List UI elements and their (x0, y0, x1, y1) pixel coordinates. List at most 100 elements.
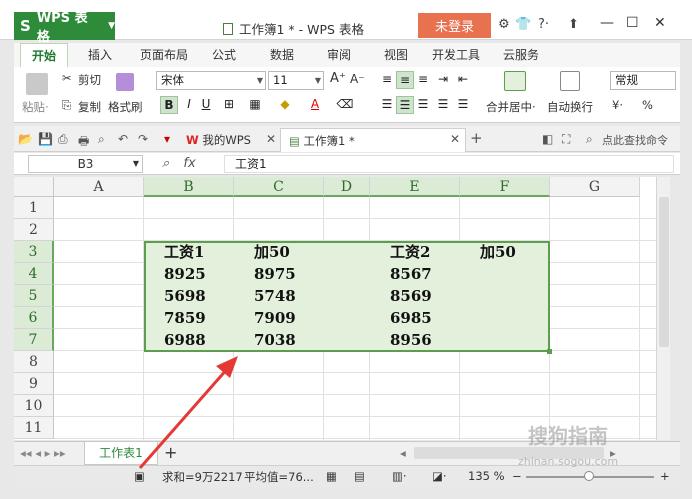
tab-cloud[interactable]: 云服务 (496, 43, 546, 67)
tab-data[interactable]: 数据 (262, 43, 302, 67)
align-top-icon[interactable]: ≡ (378, 71, 396, 89)
distribute-icon[interactable]: ☰ (454, 96, 472, 114)
spreadsheet-grid[interactable]: ABCDEFG 1 2 3 4 5 6 7 8 9 10 11 工资1 加50 工资2 加50 8925 89… (14, 177, 656, 440)
tab-review[interactable]: 审阅 (319, 43, 359, 67)
currency-icon[interactable]: ¥· (612, 98, 623, 112)
cell-F3[interactable]: 加50 (480, 241, 516, 263)
fill-handle[interactable] (547, 349, 552, 354)
row-header-9[interactable]: 9 (14, 373, 54, 395)
clear-format-icon[interactable]: ⌫ (336, 96, 354, 114)
cell-C6[interactable]: 7909 (254, 307, 296, 329)
row-header-5[interactable]: 5 (14, 285, 54, 307)
tab-home[interactable]: 开始 (20, 43, 68, 67)
cut-button[interactable]: 剪切 (78, 72, 101, 88)
paste-icon[interactable] (26, 73, 48, 95)
normal-view-icon[interactable]: ▦ (326, 469, 337, 483)
minimize-button[interactable]: — (600, 15, 614, 31)
cell-B4[interactable]: 8925 (164, 263, 206, 285)
zoom-slider-knob[interactable] (584, 471, 594, 481)
copy-button[interactable]: 复制 (78, 99, 101, 115)
search-command-input[interactable]: 点此查找命令 (602, 132, 668, 148)
name-box[interactable]: B3 ▼ (28, 155, 143, 173)
new-tab-icon[interactable]: + (470, 129, 483, 147)
page-layout-icon[interactable]: ▤ (354, 469, 365, 483)
row-header-7[interactable]: 7 (14, 329, 54, 351)
search-icon[interactable]: ⌕ (586, 132, 593, 147)
open-folder-icon[interactable]: 📂 (18, 132, 33, 146)
cell-C5[interactable]: 5748 (254, 285, 296, 307)
skin-icon[interactable]: ⚙ (498, 17, 510, 32)
zoom-out-icon[interactable]: − (512, 469, 522, 483)
vertical-scrollbar[interactable] (656, 177, 670, 440)
redo-icon[interactable]: ↷ (138, 132, 148, 146)
formula-input[interactable]: 工资1 (224, 155, 674, 173)
cell-E3[interactable]: 工资2 (390, 241, 430, 263)
column-header-D[interactable]: D (324, 177, 370, 197)
cell-E4[interactable]: 8567 (390, 263, 432, 285)
cell-E7[interactable]: 8956 (390, 329, 432, 351)
close-button[interactable]: ✕ (654, 15, 666, 31)
login-button[interactable]: 未登录 (418, 13, 491, 38)
row-header-4[interactable]: 4 (14, 263, 54, 285)
restore-ribbon-icon[interactable]: ⬆ (568, 17, 579, 32)
paste-button[interactable]: 粘贴· (22, 99, 49, 115)
undo-icon[interactable]: ↶ (118, 132, 128, 146)
save-icon[interactable]: 💾 (38, 132, 53, 146)
row-header-3[interactable]: 3 (14, 241, 54, 263)
column-header-C[interactable]: C (234, 177, 324, 197)
print-icon[interactable]: 🖶 (78, 132, 89, 153)
cell-C7[interactable]: 7038 (254, 329, 296, 351)
reading-mode-icon[interactable]: ◪· (432, 469, 447, 483)
share-icon[interactable]: ⛶ (562, 132, 570, 147)
select-all-corner[interactable] (14, 177, 54, 197)
zoom-icon[interactable]: ⌕ (162, 156, 169, 171)
outdent-icon[interactable]: ⇤ (454, 71, 472, 89)
cell-B6[interactable]: 7859 (164, 307, 206, 329)
tab-developer[interactable]: 开发工具 (426, 43, 486, 67)
macro-icon[interactable]: ▣ (134, 469, 145, 483)
font-name-select[interactable]: 宋体 ▼ (156, 71, 266, 90)
wrap-text-icon[interactable] (560, 71, 580, 91)
cell-E6[interactable]: 6985 (390, 307, 432, 329)
add-sheet-icon[interactable]: + (164, 443, 177, 462)
tab-formulas[interactable]: 公式 (204, 43, 244, 67)
align-middle-icon[interactable]: ≡ (396, 71, 414, 89)
sheet-tab-1[interactable]: 工作表1 (84, 442, 158, 465)
cell-C4[interactable]: 8975 (254, 263, 296, 285)
help-icon[interactable]: ?· (538, 17, 549, 32)
column-header-A[interactable]: A (54, 177, 144, 197)
close-tab-icon[interactable]: ✕ (450, 132, 460, 146)
maximize-button[interactable]: ☐ (626, 15, 639, 31)
increase-font-icon[interactable]: A⁺ (330, 71, 346, 86)
column-header-G[interactable]: G (550, 177, 640, 197)
merge-center-button[interactable]: 合并居中· (486, 99, 536, 115)
tab-view[interactable]: 视图 (376, 43, 416, 67)
align-center-icon[interactable]: ☰ (396, 96, 414, 114)
cell-E5[interactable]: 8569 (390, 285, 432, 307)
column-header-B[interactable]: B (144, 177, 234, 197)
tab-my-wps[interactable]: W 我的WPS (186, 128, 274, 152)
customize-toolbar-icon[interactable]: ▾ (164, 132, 170, 146)
export-pdf-icon[interactable]: ⎙ (58, 132, 68, 147)
cell-C3[interactable]: 加50 (254, 241, 290, 263)
row-header-8[interactable]: 8 (14, 351, 54, 373)
wps-app-menu-button[interactable]: S WPS 表格 ▼ (14, 11, 115, 45)
font-size-select[interactable]: 11 ▼ (268, 71, 324, 90)
row-header-10[interactable]: 10 (14, 395, 54, 417)
close-tab-icon[interactable]: ✕ (266, 132, 276, 146)
print-preview-icon[interactable]: ⌕ (98, 132, 105, 147)
wrap-text-button[interactable]: 自动换行 (547, 99, 593, 115)
border-icon[interactable]: ⊞ (220, 96, 238, 114)
underline-button[interactable]: U (197, 96, 215, 114)
column-header-E[interactable]: E (370, 177, 460, 197)
scrollbar-thumb[interactable] (659, 197, 669, 347)
number-format-select[interactable]: 常规 (610, 71, 676, 90)
tab-page-layout[interactable]: 页面布局 (134, 43, 194, 67)
tab-insert[interactable]: 插入 (80, 43, 120, 67)
align-bottom-icon[interactable]: ≡ (414, 71, 432, 89)
tshirt-icon[interactable]: 👕 (515, 17, 531, 32)
row-header-1[interactable]: 1 (14, 197, 54, 219)
d-icon[interactable]: ◧ (542, 132, 553, 146)
bold-button[interactable]: B (160, 96, 178, 114)
sheet-nav-icon[interactable]: ◂◂ ◂ ▸ ▸▸ (20, 446, 66, 460)
